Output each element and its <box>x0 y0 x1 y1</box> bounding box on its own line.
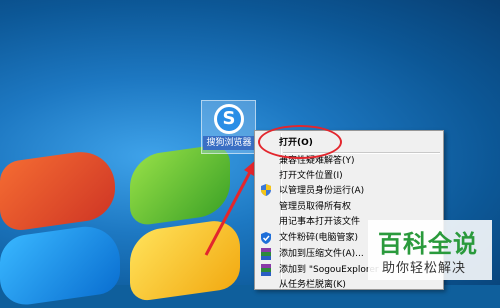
watermark-subtitle: 助你轻松解决 <box>382 261 467 276</box>
watermark: 百科全说 助你轻松解决 <box>368 220 492 280</box>
desktop-icon-label: 搜狗浏览器 <box>203 136 255 150</box>
annotation-circle <box>258 125 342 159</box>
uac-shield-icon <box>261 184 271 196</box>
menu-item-file-shred[interactable]: 文件粉碎(电脑管家) <box>279 230 358 246</box>
sogou-browser-icon: S <box>214 104 244 134</box>
pc-manager-shield-icon <box>261 232 271 244</box>
menu-item-add-to-archive[interactable]: 添加到压缩文件(A)... <box>279 246 364 262</box>
menu-item-take-ownership[interactable]: 管理员取得所有权 <box>279 199 351 215</box>
watermark-title: 百科全说 <box>378 230 478 258</box>
menu-item-open-with-notepad[interactable]: 用记事本打开该文件 <box>279 214 360 230</box>
winrar-archive-icon <box>261 248 271 260</box>
menu-item-add-to-named-archive[interactable]: 添加到 "SogouExplorer <box>279 262 379 278</box>
menu-item-open-file-location[interactable]: 打开文件位置(I) <box>279 168 343 184</box>
winrar-archive-icon <box>261 264 271 276</box>
sogou-browser-desktop-icon[interactable]: S 搜狗浏览器 <box>201 100 256 154</box>
menu-item-run-as-admin[interactable]: 以管理员身份运行(A) <box>279 183 364 199</box>
menu-item-unpin-from-taskbar[interactable]: 从任务栏脱离(K) <box>279 277 346 293</box>
